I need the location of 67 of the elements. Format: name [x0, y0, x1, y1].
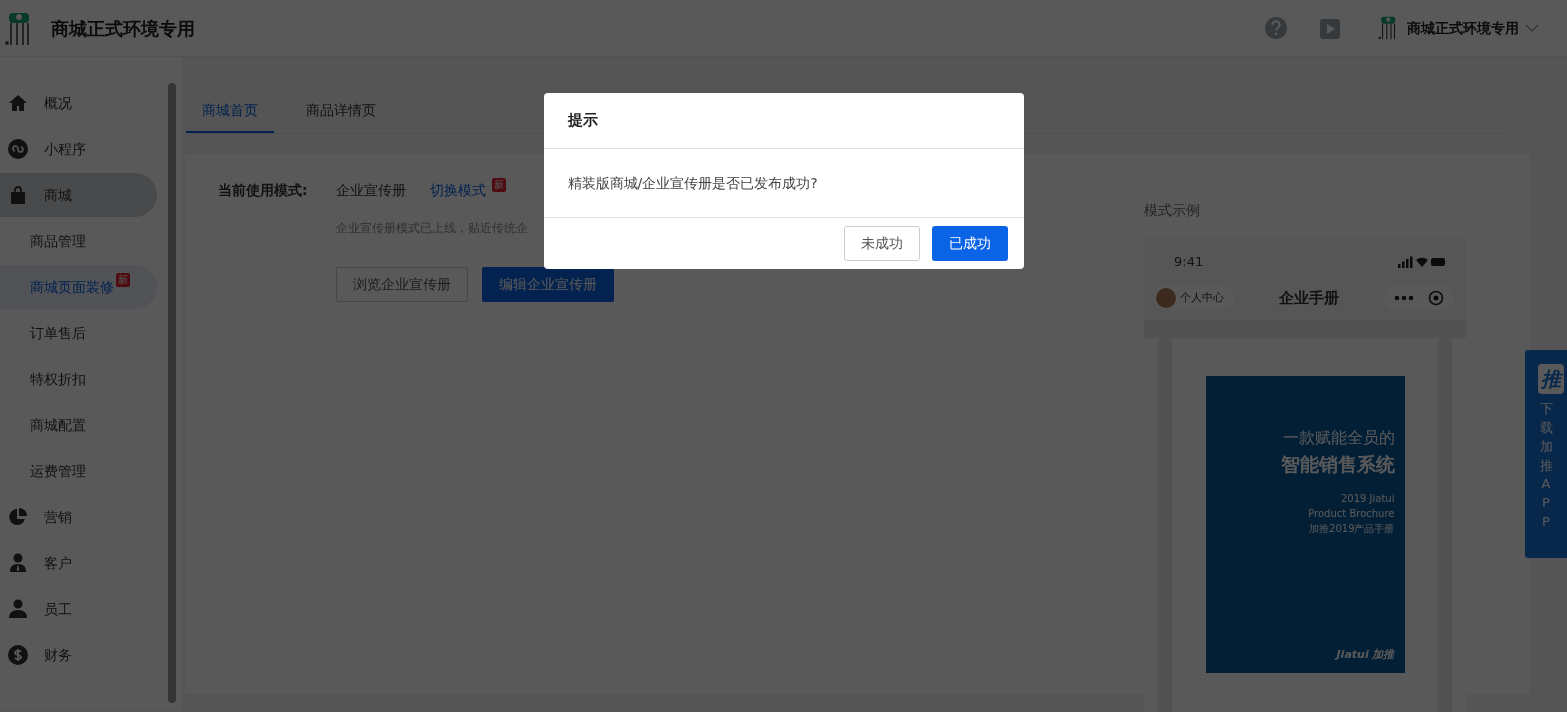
phone-title: 企业手册 — [1278, 287, 1340, 309]
sidebar-item[interactable]: 财务 — [0, 633, 157, 677]
switch-mode-link[interactable]: 切换模式 — [430, 180, 486, 201]
chevron-down-icon — [1525, 24, 1539, 32]
sidebar-item[interactable]: 概况 — [0, 81, 157, 125]
more-icon — [1394, 295, 1414, 301]
sidebar-label: 商城页面装修 — [30, 277, 114, 297]
person-icon — [8, 599, 28, 619]
tab[interactable]: 商城首页 — [186, 90, 274, 133]
button[interactable]: 浏览企业宣传册 — [336, 267, 468, 302]
tab[interactable]: 商品详情页 — [290, 90, 392, 133]
app-title: 商城正式环境专用 — [51, 16, 195, 41]
sidebar-subitem[interactable]: 订单售后 — [0, 311, 157, 355]
button[interactable]: 未成功 — [843, 225, 920, 261]
mode-label: 当前使用模式: — [218, 181, 309, 200]
cover-caption: 2019 Jiatui — [1340, 491, 1395, 506]
sidebar-item[interactable]: 小程序 — [0, 127, 157, 171]
sidebar-label: 客户 — [44, 553, 72, 573]
new-badge: 新 — [116, 273, 130, 287]
help-icon[interactable] — [1264, 16, 1288, 40]
sidebar-label: 小程序 — [44, 139, 86, 159]
sidebar-label: 商品管理 — [30, 231, 86, 251]
sidebar-subitem[interactable]: 运费管理 — [0, 449, 157, 493]
account-menu[interactable]: 商城正式环境专用 — [1377, 14, 1539, 42]
sidebar-item[interactable]: 员工 — [0, 587, 157, 631]
sidebar-subitem[interactable]: 商品管理 — [0, 219, 157, 263]
sidebar-item[interactable]: 营销 — [0, 495, 157, 539]
button[interactable]: 已成功 — [931, 225, 1008, 261]
sidebar-label: 财务 — [44, 645, 72, 665]
dollar-circle-icon — [8, 645, 28, 665]
sidebar-label: 营销 — [44, 507, 72, 527]
sidebar-subitem[interactable]: 商城配置 — [0, 403, 157, 447]
shopping-bag-icon — [8, 185, 28, 205]
sidebar-label: 员工 — [44, 599, 72, 619]
person-tie-icon — [8, 553, 28, 573]
cover-headline: 智能销售系统 — [1280, 452, 1395, 477]
sidebar-label: 订单售后 — [30, 323, 86, 343]
dialog-message: 精装版商城/企业宣传册是否已发布成功? — [566, 173, 819, 193]
dialog-title: 提示 — [543, 93, 1024, 149]
pie-chart-icon — [8, 507, 28, 527]
play-icon[interactable] — [1320, 18, 1340, 39]
sidebar-label: 特权折扣 — [30, 369, 86, 389]
button[interactable]: 编辑企业宣传册 — [482, 267, 614, 302]
download-app-tab[interactable]: 推 下载加推APP — [1525, 350, 1567, 558]
cover-caption: 加推2019产品手册 — [1309, 521, 1395, 536]
link-circle-icon — [8, 139, 28, 159]
target-icon — [1428, 290, 1444, 306]
status-icons-drawing — [1398, 256, 1446, 268]
new-badge: 新 — [492, 178, 506, 192]
sidebar-subitem[interactable]: 商城页面装修 新 — [0, 265, 157, 309]
cover-subtitle: 一款赋能全员的 — [1282, 427, 1395, 449]
sidebar-item[interactable]: 商城 — [0, 173, 157, 217]
sidebar-item[interactable]: 客户 — [0, 541, 157, 585]
user-name: 商城正式环境专用 — [1407, 18, 1519, 38]
tab-text: 下载加推APP — [1539, 400, 1553, 532]
avatar-placeholder — [1156, 288, 1176, 308]
tab-logo: 推 — [1538, 364, 1564, 394]
sidebar-subitem[interactable]: 特权折扣 — [0, 357, 157, 401]
home-icon — [8, 93, 28, 113]
sidebar-label: 概况 — [44, 93, 72, 113]
cover-brand: Jiatui 加推 — [1336, 646, 1395, 663]
status-time: 9:41 — [1174, 252, 1204, 271]
sidebar-label: 运费管理 — [30, 461, 86, 481]
cover-caption: Product Brochure — [1308, 506, 1395, 521]
sidebar-label: 商城配置 — [30, 415, 86, 435]
mode-value: 企业宣传册 — [336, 181, 406, 200]
sidebar-label: 商城 — [44, 185, 72, 205]
